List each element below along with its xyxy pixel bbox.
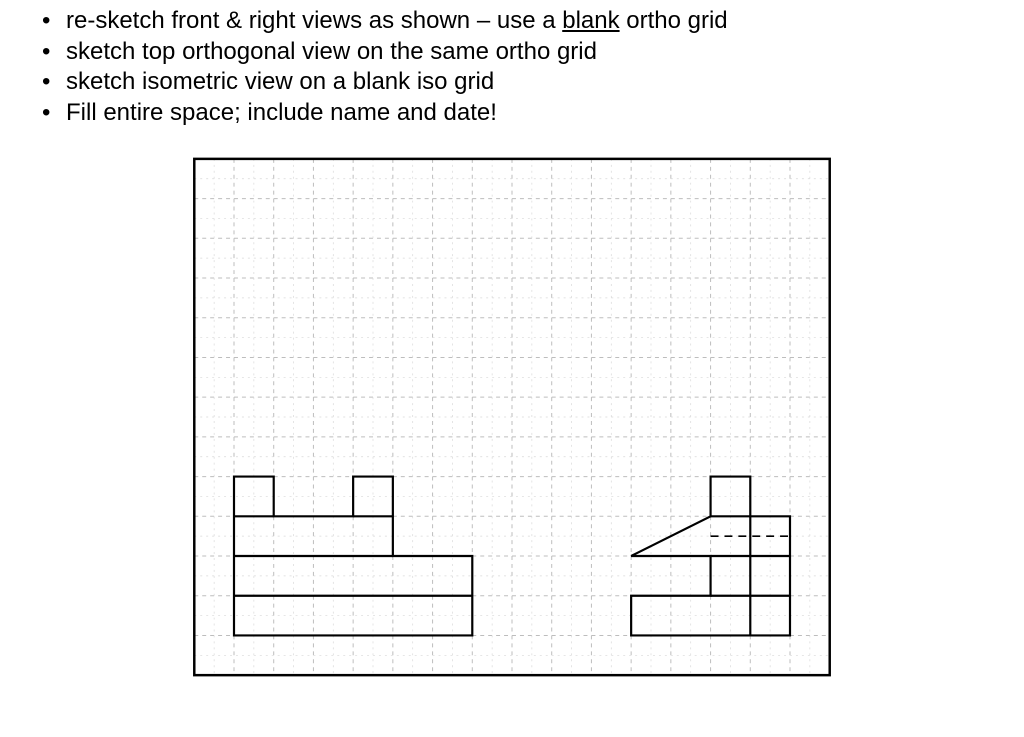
instruction-text: sketch top orthogonal view on the same o… bbox=[66, 38, 597, 65]
instruction-text: ortho grid bbox=[620, 7, 728, 34]
instruction-text: Fill entire space; include name and date… bbox=[66, 99, 497, 126]
figure-container bbox=[20, 141, 1004, 697]
instruction-item: sketch top orthogonal view on the same o… bbox=[66, 37, 1004, 68]
instruction-text: sketch isometric view on a blank iso gri… bbox=[66, 68, 494, 95]
instruction-item: re-sketch front & right views as shown –… bbox=[66, 6, 1004, 37]
instruction-item: Fill entire space; include name and date… bbox=[66, 98, 1004, 129]
instruction-text-underline: blank bbox=[562, 7, 619, 34]
ortho-grid-drawing bbox=[172, 141, 852, 697]
instruction-text: re-sketch front & right views as shown –… bbox=[66, 7, 562, 34]
instruction-item: sketch isometric view on a blank iso gri… bbox=[66, 67, 1004, 98]
grid-lines bbox=[194, 159, 829, 675]
instructions-list: re-sketch front & right views as shown –… bbox=[20, 6, 1004, 129]
